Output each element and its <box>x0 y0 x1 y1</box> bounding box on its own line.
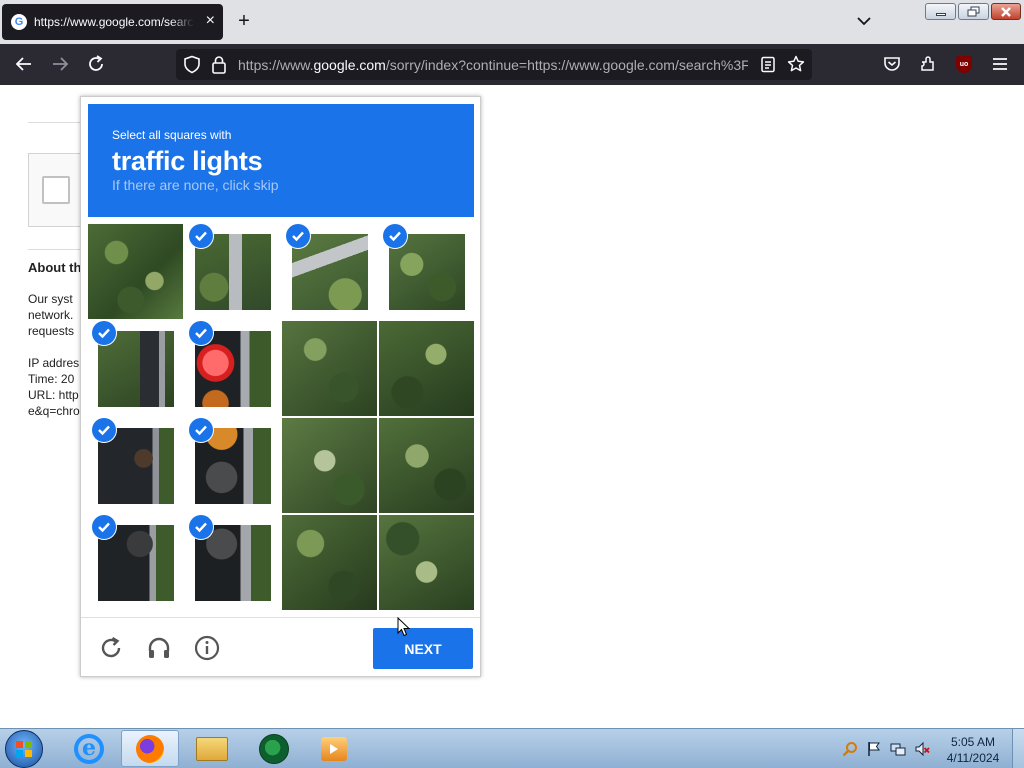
reader-view-icon[interactable] <box>760 56 776 73</box>
bookmark-star-icon[interactable] <box>787 55 805 73</box>
about-heading: About th <box>28 260 82 275</box>
windows-taskbar: e 5:05 AM 4/11/2024 <box>0 728 1024 768</box>
action-center-flag-icon[interactable] <box>866 741 882 757</box>
media-player-icon[interactable] <box>305 730 363 767</box>
search-tray-icon[interactable] <box>842 741 858 757</box>
internet-explorer-icon[interactable]: e <box>60 730 118 767</box>
next-button[interactable]: NEXT <box>373 628 473 669</box>
ublock-icon[interactable]: uo <box>954 54 974 74</box>
selected-check-icon <box>92 418 116 442</box>
recaptcha-widget <box>28 153 88 227</box>
lock-icon[interactable] <box>211 55 227 74</box>
page-paragraph-line: network. <box>28 308 74 322</box>
selected-check-icon <box>286 224 310 248</box>
selected-check-icon <box>92 321 116 345</box>
image-tile[interactable] <box>282 418 377 513</box>
url-domain: google.com <box>313 57 386 73</box>
page-info-line: URL: http <box>28 388 79 402</box>
google-favicon-icon: G <box>11 14 27 30</box>
instruction-text: Select all squares with <box>112 128 232 142</box>
firefox-icon[interactable] <box>121 730 179 767</box>
volume-muted-icon[interactable] <box>914 741 930 757</box>
forward-icon[interactable] <box>50 54 70 74</box>
page-info-line: Time: 20 <box>28 372 75 386</box>
recaptcha-checkbox[interactable] <box>42 176 70 204</box>
image-tile[interactable] <box>282 515 377 610</box>
page-info-line: e&q=chro <box>28 404 80 418</box>
minimize-button[interactable] <box>925 3 956 20</box>
divider <box>28 122 88 123</box>
skip-hint-text: If there are none, click skip <box>112 177 279 193</box>
divider <box>28 249 88 250</box>
challenge-footer: NEXT <box>81 617 480 677</box>
page-paragraph-line: Our syst <box>28 292 73 306</box>
desktop-screen: G https://www.google.com/search?q=chrome… <box>0 0 1024 768</box>
image-grid <box>88 224 474 610</box>
clock-date: 4/11/2024 <box>946 751 1000 765</box>
media-app-icon[interactable] <box>245 730 303 767</box>
audio-headphones-icon[interactable] <box>145 634 173 662</box>
mouse-cursor-icon <box>397 617 411 637</box>
extensions-icon[interactable] <box>918 54 938 74</box>
browser-nav-bar: https://www.google.com/sorry/index?conti… <box>0 44 1024 85</box>
page-paragraph-line: requests <box>28 324 75 338</box>
selected-check-icon <box>189 224 213 248</box>
pocket-icon[interactable] <box>882 54 902 74</box>
selected-check-icon <box>189 321 213 345</box>
back-icon[interactable] <box>14 54 34 74</box>
network-icon[interactable] <box>890 741 906 757</box>
url-bar[interactable]: https://www.google.com/sorry/index?conti… <box>176 49 812 80</box>
system-clock[interactable]: 5:05 AM 4/11/2024 <box>938 734 1008 766</box>
challenge-header: Select all squares with traffic lights I… <box>88 104 474 217</box>
tab-title: https://www.google.com/search?q=chrome <box>34 15 194 29</box>
clock-time: 5:05 AM <box>950 735 996 749</box>
image-tile[interactable] <box>379 418 474 513</box>
window-close-button[interactable] <box>991 3 1021 20</box>
browser-tab-bar: G https://www.google.com/search?q=chrome… <box>0 0 1024 44</box>
selected-check-icon <box>383 224 407 248</box>
shield-icon[interactable] <box>183 55 201 74</box>
new-tab-button[interactable]: + <box>233 10 255 32</box>
image-tile[interactable] <box>379 321 474 416</box>
image-tile[interactable] <box>88 224 183 319</box>
menu-icon[interactable] <box>990 54 1010 74</box>
tab-list-chevron-icon[interactable] <box>855 12 873 30</box>
browser-tab[interactable]: G https://www.google.com/search?q=chrome… <box>2 4 223 40</box>
page-info-line: IP addres <box>28 356 80 370</box>
restore-button[interactable] <box>958 3 989 20</box>
selected-check-icon <box>92 515 116 539</box>
start-button-icon[interactable] <box>5 730 43 768</box>
file-explorer-icon[interactable] <box>183 730 241 767</box>
reload-icon[interactable] <box>86 54 106 74</box>
tab-close-icon[interactable]: × <box>206 13 215 29</box>
selected-check-icon <box>189 418 213 442</box>
info-icon[interactable] <box>193 634 221 662</box>
image-tile[interactable] <box>282 321 377 416</box>
selected-check-icon <box>189 515 213 539</box>
target-object-text: traffic lights <box>112 146 263 176</box>
recaptcha-challenge: Select all squares with traffic lights I… <box>80 96 481 677</box>
image-tile[interactable] <box>379 515 474 610</box>
url-text[interactable]: https://www.google.com/sorry/index?conti… <box>238 57 748 73</box>
show-desktop-button[interactable] <box>1012 729 1024 768</box>
reload-challenge-icon[interactable] <box>97 634 125 662</box>
